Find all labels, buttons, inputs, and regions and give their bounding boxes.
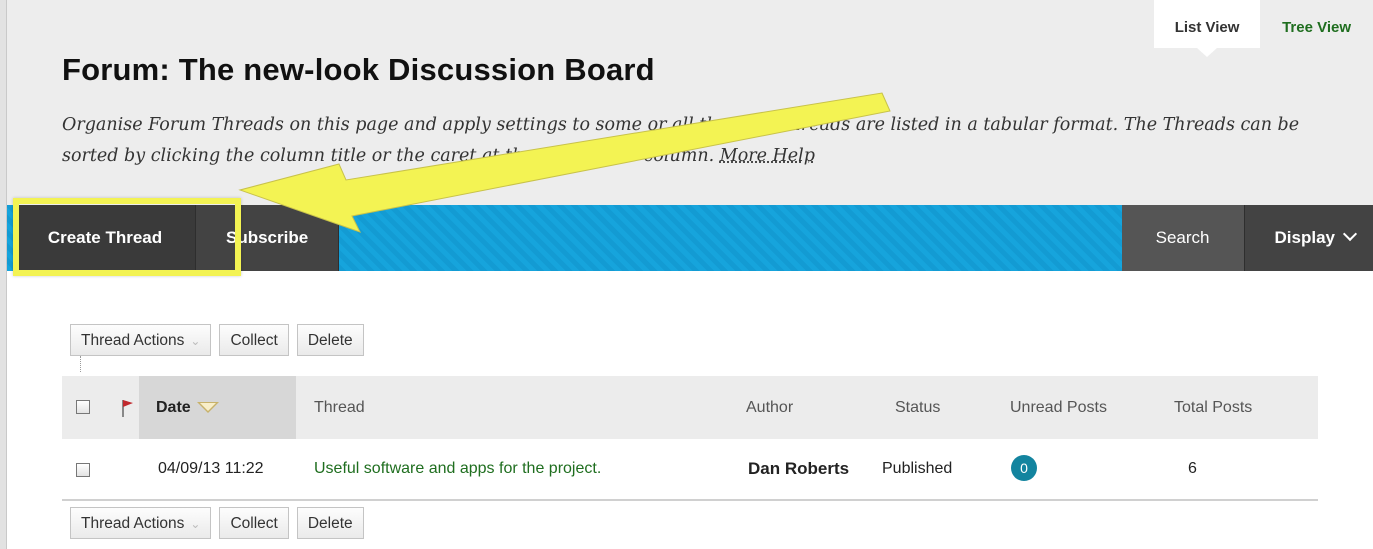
collect-button-bottom[interactable]: Collect	[219, 507, 289, 539]
unread-count-badge[interactable]: 0	[1011, 455, 1037, 481]
page-instructions: Organise Forum Threads on this page and …	[62, 110, 1352, 172]
row-date: 04/09/13 11:22	[158, 460, 264, 477]
double-chevron-down-icon: ⌄	[190, 517, 201, 531]
delete-button-bottom[interactable]: Delete	[296, 507, 364, 539]
toolbar-dotted-connector	[80, 356, 81, 372]
annotation-highlight-box	[13, 198, 241, 276]
search-button[interactable]: Search	[1121, 205, 1245, 271]
thread-actions-dropdown-bottom[interactable]: Thread Actions ⌄	[70, 507, 212, 539]
delete-button[interactable]: Delete	[296, 324, 364, 356]
table-row: 04/09/13 11:22 Useful software and apps …	[62, 441, 1318, 501]
instructions-text: Organise Forum Threads on this page and …	[62, 115, 1300, 166]
collect-button[interactable]: Collect	[219, 324, 289, 356]
row-total-posts: 6	[1188, 460, 1197, 477]
column-header-author[interactable]: Author	[746, 376, 793, 439]
thread-actions-label: Thread Actions	[81, 332, 185, 349]
action-bar-right: Search Display	[1121, 205, 1373, 271]
list-view-tab[interactable]: List View	[1154, 0, 1261, 57]
view-toggle: List View Tree View	[1154, 0, 1373, 57]
chevron-down-icon	[1342, 226, 1358, 242]
select-all-checkbox[interactable]	[76, 400, 90, 414]
column-header-date[interactable]: Date	[156, 376, 219, 439]
thread-title-link[interactable]: Useful software and apps for the project…	[314, 441, 601, 497]
double-chevron-down-icon: ⌄	[190, 334, 201, 348]
column-header-total-posts[interactable]: Total Posts	[1174, 376, 1252, 439]
column-header-unread-posts[interactable]: Unread Posts	[1010, 376, 1107, 439]
date-header-label: Date	[156, 399, 191, 416]
row-select-checkbox[interactable]	[76, 463, 90, 477]
page-header: List View Tree View Forum: The new-look …	[7, 0, 1373, 205]
more-help-link[interactable]: More Help	[720, 146, 815, 166]
display-menu-button[interactable]: Display	[1244, 205, 1373, 271]
grid-header-row: Date Thread Author Status Unread Posts T…	[62, 376, 1318, 439]
row-status: Published	[882, 460, 953, 477]
thread-toolbar-top: Thread Actions ⌄ Collect Delete	[70, 324, 364, 356]
column-header-status[interactable]: Status	[895, 376, 940, 439]
thread-actions-label-bottom: Thread Actions	[81, 515, 185, 532]
sort-caret-icon	[196, 402, 219, 414]
thread-toolbar-bottom: Thread Actions ⌄ Collect Delete	[70, 507, 364, 539]
tree-view-tab[interactable]: Tree View	[1260, 0, 1373, 48]
thread-actions-dropdown[interactable]: Thread Actions ⌄	[70, 324, 212, 356]
left-page-rule	[0, 0, 7, 549]
display-label: Display	[1274, 228, 1335, 247]
column-header-thread[interactable]: Thread	[314, 376, 365, 439]
flag-icon	[122, 400, 133, 417]
page-title: Forum: The new-look Discussion Board	[62, 52, 655, 87]
row-author: Dan Roberts	[748, 459, 850, 478]
